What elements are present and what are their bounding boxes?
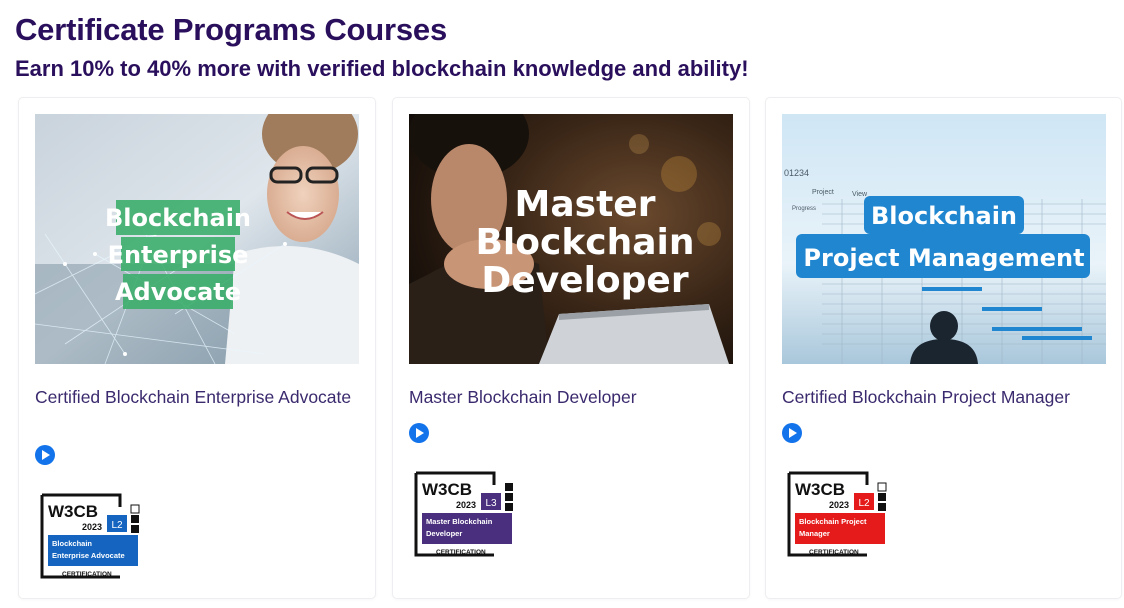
thumbnail-master-developer: Master Blockchain Developer <box>409 114 733 364</box>
play-icon[interactable] <box>409 423 429 443</box>
course-title[interactable]: Master Blockchain Developer <box>409 387 729 408</box>
play-icon[interactable] <box>782 423 802 443</box>
certification-badge: W3CB 2023 L3 Master Blockchain Developer… <box>414 471 513 557</box>
thumb-chart-header: Project <box>812 189 834 196</box>
thumbnail-enterprise-advocate: Blockchain Enterprise Advocate <box>35 114 359 364</box>
badge-brand: W3CB <box>48 502 98 521</box>
course-title[interactable]: Certified Blockchain Enterprise Advocate <box>35 387 355 408</box>
thumb-text-line: Advocate <box>115 278 241 306</box>
thumb-text-line: Master <box>515 184 656 225</box>
badge-year: 2023 <box>82 522 102 532</box>
course-thumbnail[interactable]: 01234 Project View Progress Blockchain P… <box>782 114 1106 364</box>
thumb-text-line: Blockchain <box>105 204 251 232</box>
badge-name-line: Blockchain <box>52 539 92 548</box>
thumb-text-line: Blockchain <box>871 202 1017 230</box>
badge-footer: CERTIFICATION <box>809 549 859 556</box>
badge-footer: CERTIFICATION <box>62 571 112 578</box>
badge-brand: W3CB <box>422 480 472 499</box>
thumb-text-line: Blockchain <box>475 222 694 263</box>
course-card-project-manager[interactable]: 01234 Project View Progress Blockchain P… <box>766 98 1121 598</box>
badge-name-line: Enterprise Advocate <box>52 551 125 560</box>
certification-badge: W3CB 2023 L2 Blockchain Project Manager … <box>787 471 887 557</box>
badge-level: L2 <box>111 520 123 531</box>
badge-name-line: Blockchain Project <box>799 517 867 526</box>
badge-name-line: Manager <box>799 529 830 538</box>
course-card-enterprise-advocate[interactable]: Blockchain Enterprise Advocate Certified… <box>19 98 375 598</box>
badge-level: L2 <box>858 498 870 509</box>
course-thumbnail[interactable]: Blockchain Enterprise Advocate <box>35 114 359 364</box>
page-title: Certificate Programs Courses <box>15 12 448 47</box>
badge-brand: W3CB <box>795 480 845 499</box>
thumb-chart-header: View <box>852 191 868 198</box>
play-icon[interactable] <box>35 445 55 465</box>
badge-year: 2023 <box>456 500 476 510</box>
page-subtitle: Earn 10% to 40% more with verified block… <box>15 56 749 81</box>
thumb-text-line: Enterprise <box>108 241 249 269</box>
badge-name-line: Developer <box>426 529 462 538</box>
course-card-master-developer[interactable]: Master Blockchain Developer Master Block… <box>393 98 749 598</box>
certification-badge: W3CB 2023 L2 Blockchain Enterprise Advoc… <box>40 493 140 579</box>
thumbnail-project-management: 01234 Project View Progress Blockchain P… <box>782 114 1106 364</box>
course-title[interactable]: Certified Blockchain Project Manager <box>782 387 1102 408</box>
thumb-chart-code: 01234 <box>784 168 809 178</box>
badge-name-line: Master Blockchain <box>426 517 493 526</box>
badge-year: 2023 <box>829 500 849 510</box>
thumb-chart-row-label: Progress <box>792 206 816 212</box>
course-thumbnail[interactable]: Master Blockchain Developer <box>409 114 733 364</box>
thumb-text-line: Project Management <box>803 244 1084 272</box>
badge-footer: CERTIFICATION <box>436 549 486 556</box>
thumb-text-line: Developer <box>481 260 688 301</box>
badge-level: L3 <box>485 498 497 509</box>
